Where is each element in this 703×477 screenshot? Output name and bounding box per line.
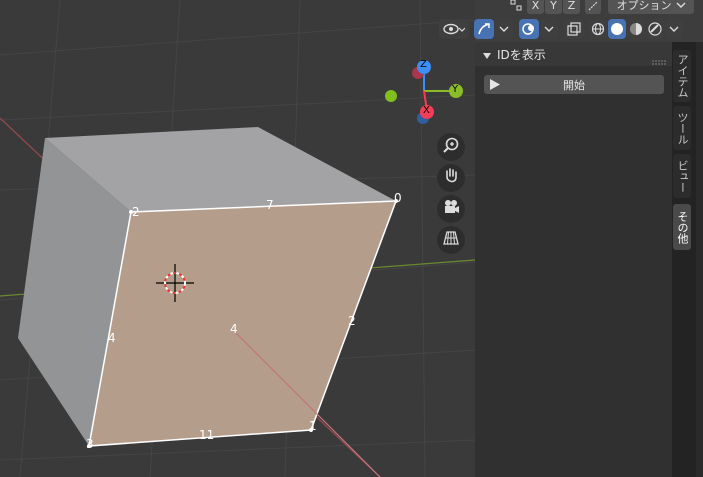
- vertex-label-0: 0: [394, 191, 402, 205]
- xray-toggle-button[interactable]: [564, 19, 584, 39]
- snap-icon: [588, 0, 598, 15]
- gizmo-toggle-button[interactable]: [474, 19, 494, 39]
- ortho-toggle-button[interactable]: [437, 226, 465, 254]
- edge-label-bottom: 11: [199, 428, 215, 442]
- chevron-down-icon: [669, 25, 679, 33]
- vertex-label-3: 3: [86, 437, 94, 451]
- play-icon: [490, 79, 500, 93]
- collapse-triangle-icon: [483, 45, 491, 64]
- chevron-down-icon: [499, 25, 509, 33]
- zoom-icon: [442, 136, 460, 158]
- visibility-dropdown[interactable]: [439, 19, 469, 39]
- tab-view[interactable]: ビュー: [673, 154, 691, 198]
- face-label: 4: [230, 322, 238, 336]
- shading-solid-button[interactable]: [608, 19, 626, 39]
- tab-item[interactable]: アイテム: [673, 50, 691, 102]
- drag-handle-icon[interactable]: [652, 51, 666, 70]
- chevron-down-icon: [544, 25, 554, 33]
- rendered-icon: [648, 22, 662, 36]
- shading-material-button[interactable]: [627, 19, 645, 39]
- mirror-y-toggle[interactable]: Y: [545, 0, 562, 14]
- tab-misc[interactable]: その他: [673, 204, 691, 250]
- chevron-down-icon: [676, 0, 686, 12]
- scroll-region[interactable]: [696, 42, 703, 477]
- mirror-settings-button[interactable]: [508, 0, 524, 14]
- pan-button[interactable]: [437, 164, 465, 192]
- wireframe-icon: [591, 22, 605, 36]
- shading-dropdown-button[interactable]: [665, 19, 683, 39]
- start-button-label: 開始: [563, 78, 585, 92]
- edge-label-top: 7: [266, 198, 274, 212]
- edge-label-left: 4: [108, 331, 116, 345]
- zoom-button[interactable]: [437, 133, 465, 161]
- viewport-scene[interactable]: [0, 0, 475, 477]
- eye-icon: [443, 22, 465, 36]
- xray-icon: [567, 22, 581, 36]
- 3d-viewport[interactable]: Z Y X 0 1 2 3 7 2 11 4 4: [0, 0, 475, 477]
- start-button[interactable]: 開始: [484, 75, 664, 94]
- gizmo-neg-y-icon[interactable]: [385, 90, 397, 102]
- material-icon: [629, 22, 643, 36]
- mirror-icon: [510, 0, 522, 15]
- sidebar-tabs: アイテム ツール ビュー その他: [672, 42, 703, 477]
- shading-wireframe-button[interactable]: [589, 19, 607, 39]
- overlay-icon: [522, 22, 536, 36]
- vertex-label-2: 2: [132, 205, 140, 219]
- mirror-z-toggle[interactable]: Z: [563, 0, 580, 14]
- pan-hand-icon: [442, 167, 460, 189]
- gizmo-icon: [477, 22, 491, 36]
- mirror-x-toggle[interactable]: X: [527, 0, 544, 14]
- section-title: IDを表示: [497, 47, 546, 62]
- options-label: オプション: [616, 0, 672, 12]
- sidebar-panel: IDを表示 開始: [475, 42, 672, 477]
- options-dropdown[interactable]: オプション: [608, 0, 694, 14]
- edge-label-right: 2: [348, 314, 356, 328]
- overlay-dropdown-button[interactable]: [540, 19, 558, 39]
- tab-tool[interactable]: ツール: [673, 106, 691, 150]
- panel-section-header[interactable]: IDを表示: [475, 42, 672, 66]
- gizmo-dropdown-button[interactable]: [495, 19, 513, 39]
- overlay-toggle-button[interactable]: [519, 19, 539, 39]
- viewport-header: [0, 0, 475, 42]
- shading-rendered-button[interactable]: [646, 19, 664, 39]
- snap-button[interactable]: [585, 0, 601, 14]
- gizmo-x-label: X: [423, 105, 430, 116]
- gizmo-z-label: Z: [420, 59, 427, 70]
- solid-icon: [610, 22, 624, 36]
- camera-view-button[interactable]: [437, 195, 465, 223]
- grid-ortho-icon: [442, 229, 460, 251]
- camera-icon: [442, 198, 460, 220]
- vertex-label-1: 1: [309, 419, 317, 433]
- gizmo-y-label: Y: [452, 84, 459, 95]
